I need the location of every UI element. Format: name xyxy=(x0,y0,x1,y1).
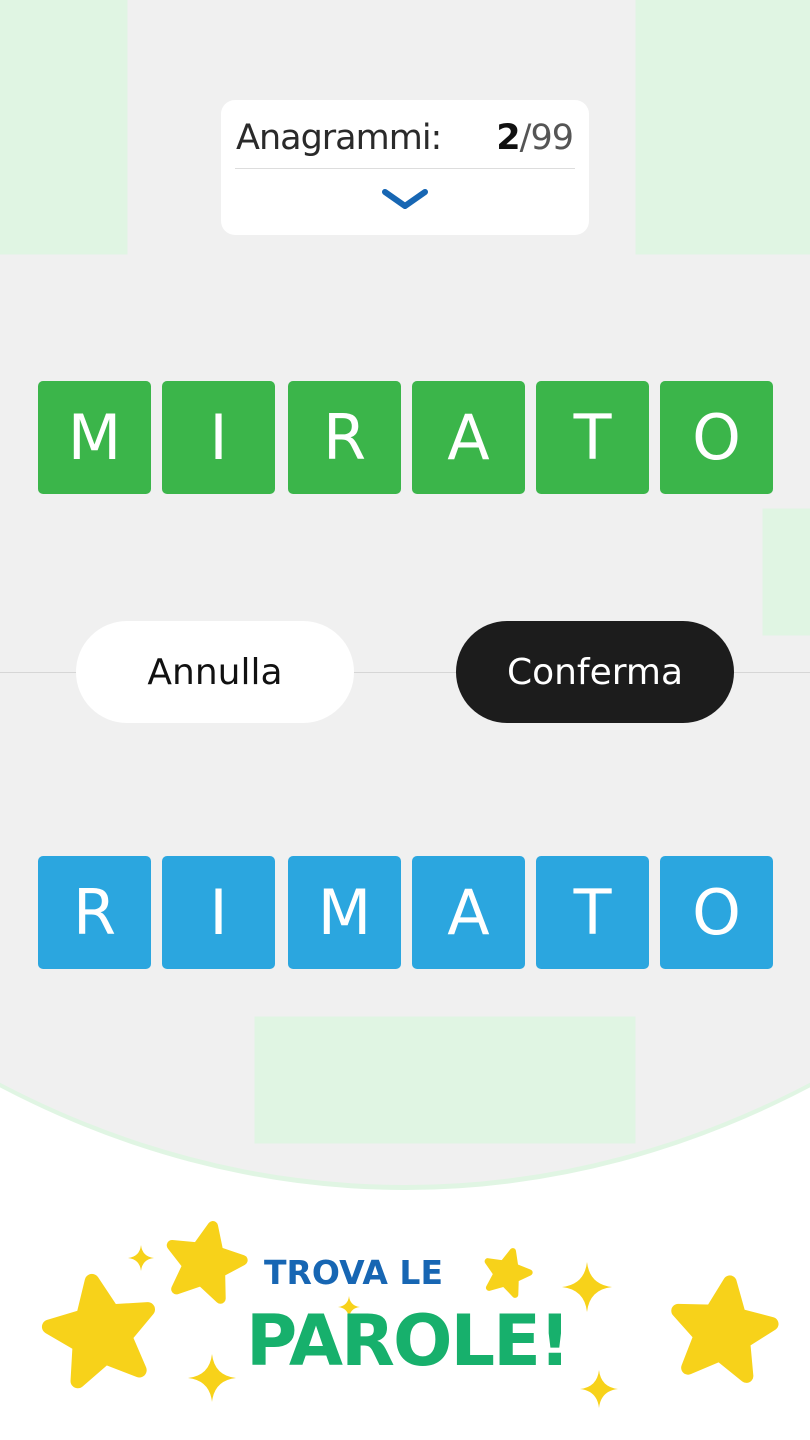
counter-divider xyxy=(235,168,575,169)
sparkle-icon xyxy=(188,1354,236,1402)
target-word-row: M I R A T O xyxy=(38,381,774,494)
star-icon xyxy=(484,1248,533,1298)
target-letter-tile[interactable]: M xyxy=(38,381,151,494)
target-letter-tile[interactable]: R xyxy=(288,381,401,494)
anagram-counter-card[interactable]: Anagrammi: 2/99 xyxy=(221,100,589,235)
counter-total: 99 xyxy=(530,118,574,158)
input-letter-tile[interactable]: A xyxy=(412,856,525,969)
chevron-down-icon[interactable] xyxy=(381,184,429,216)
counter-current: 2 xyxy=(496,118,520,158)
input-letter-tile[interactable]: O xyxy=(660,856,773,969)
input-letter-tile[interactable]: I xyxy=(162,856,275,969)
confirm-button[interactable]: Conferma xyxy=(456,621,734,723)
input-letter-tile[interactable]: T xyxy=(536,856,649,969)
star-icon xyxy=(41,1273,155,1389)
counter-value: 2/99 xyxy=(496,118,574,158)
input-letter-tile[interactable]: M xyxy=(288,856,401,969)
cancel-button[interactable]: Annulla xyxy=(76,621,354,723)
sparkle-icon xyxy=(562,1262,612,1312)
star-icon xyxy=(166,1221,248,1304)
target-letter-tile[interactable]: O xyxy=(660,381,773,494)
counter-label: Anagrammi: xyxy=(236,118,442,158)
promo-title-line1: TROVA LE xyxy=(264,1253,443,1292)
target-letter-tile[interactable]: T xyxy=(536,381,649,494)
sparkle-icon xyxy=(580,1370,618,1408)
target-letter-tile[interactable]: A xyxy=(412,381,525,494)
input-letter-tile[interactable]: R xyxy=(38,856,151,969)
counter-separator: / xyxy=(519,118,532,158)
sparkle-icon xyxy=(128,1245,154,1271)
star-icon xyxy=(671,1275,779,1383)
target-letter-tile[interactable]: I xyxy=(162,381,275,494)
promo-title-line2: PAROLE! xyxy=(246,1300,571,1382)
promo-banner: TROVA LE PAROLE! xyxy=(0,1200,810,1440)
input-word-row: R I M A T O xyxy=(38,856,774,969)
